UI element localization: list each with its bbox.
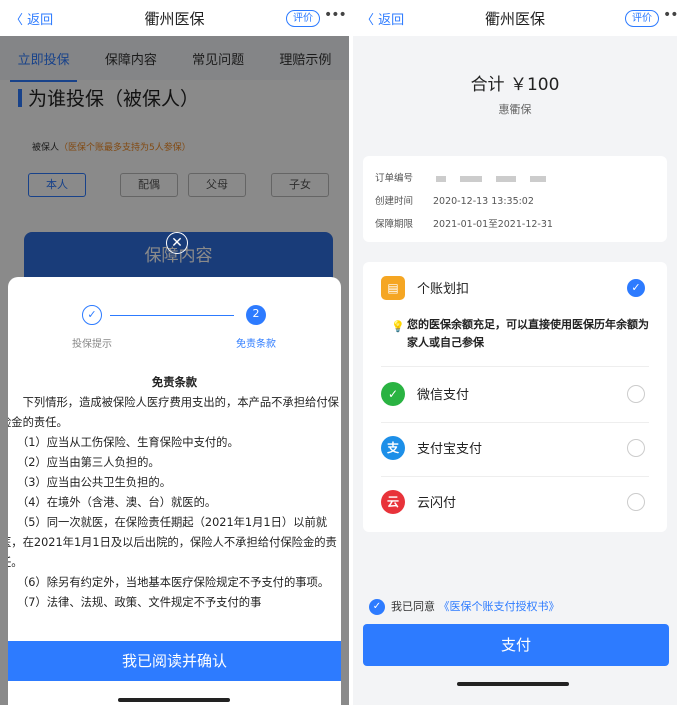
right-screen: 〈 返回 衢州医保 评价 •• 合计 ￥100 惠衢保 订单编号 创建时间 202…: [353, 0, 677, 705]
terms-line: （3）应当由公共卫生负担的。: [8, 476, 171, 489]
more-icon[interactable]: ••: [663, 7, 677, 23]
nav-bar: 〈 返回 衢州医保 评价 •••: [0, 0, 349, 36]
radio-icon[interactable]: [627, 493, 645, 511]
authorization-link[interactable]: 《医保个账支付授权书》: [439, 600, 560, 613]
masked-value: [460, 175, 483, 182]
created-time-label: 创建时间: [375, 196, 414, 207]
terms-title: 免责条款: [151, 376, 198, 389]
coverage-period-value: 2021-01-01至2021-12-31: [433, 219, 553, 230]
total-section: 合计 ￥100 惠衢保: [353, 70, 677, 117]
divider: [381, 422, 649, 423]
agreement-row[interactable]: ✓ 我已同意 《医保个账支付授权书》: [369, 598, 560, 615]
radio-checked-icon[interactable]: ✓: [627, 279, 645, 297]
medical-card-icon: ▤: [381, 276, 405, 300]
total-amount: 合计 ￥100: [470, 75, 560, 95]
check-icon: ✓: [82, 305, 102, 325]
divider: [381, 476, 649, 477]
terms-content: 免责条款 下列情形，造成被保险人医疗费用支出的，本产品不承担给付保险金的责任。 …: [8, 373, 341, 651]
payment-option-wechat[interactable]: ✓ 微信支付: [363, 374, 667, 422]
payment-option-medical-account[interactable]: ▤ 个账划扣 ✓: [363, 262, 667, 310]
masked-value: [530, 175, 547, 182]
terms-line: （1）应当从工伤保险、生育保险中支付的。: [8, 436, 239, 449]
order-info-card: 订单编号 创建时间 2020-12-13 13:35:02 保障期限 2021-01…: [363, 156, 667, 242]
balance-hint: 💡 您的医保余额充足，可以直接使用医保历年余额为家人或自己参保: [391, 316, 653, 352]
close-icon[interactable]: ✕: [166, 232, 188, 254]
agree-text: 我已同意: [391, 600, 435, 613]
terms-line: （5）同一次就医，在保险责任期起（2021年1月1日）以前就医，在2021年1月…: [8, 516, 337, 569]
radio-icon[interactable]: [627, 439, 645, 457]
bulb-icon: 💡: [391, 320, 405, 333]
rate-button[interactable]: 评价: [286, 10, 320, 27]
unionpay-icon: 云: [381, 490, 405, 514]
alipay-icon: 支: [381, 436, 405, 460]
order-number-row: 订单编号: [375, 170, 560, 184]
nav-bar: 〈 返回 衢州医保 评价 ••: [353, 0, 677, 36]
more-icon[interactable]: •••: [324, 7, 347, 23]
confirm-button[interactable]: 我已阅读并确认: [8, 641, 341, 681]
hint-text: 您的医保余额充足，可以直接使用医保历年余额为家人或自己参保: [407, 318, 649, 349]
payment-option-unionpay[interactable]: 云 云闪付: [363, 482, 667, 530]
created-time-value: 2020-12-13 13:35:02: [433, 196, 534, 207]
step-1-label: 投保提示: [72, 339, 112, 350]
home-indicator: [118, 698, 230, 702]
terms-line: （4）在境外（含港、澳、台）就医的。: [8, 496, 217, 509]
created-time-row: 创建时间 2020-12-13 13:35:02: [375, 193, 534, 207]
terms-line: 下列情形，造成被保险人医疗费用支出的，本产品不承担给付保险金的责任。: [8, 396, 339, 429]
step-2-number: 2: [246, 305, 266, 325]
left-screen: 立即投保 保障内容 常见问题 理赔示例 为谁投保（被保人） 被保人（医保个账最多…: [0, 0, 349, 705]
coverage-period-label: 保障期限: [375, 219, 414, 230]
order-number-label: 订单编号: [375, 173, 414, 184]
coverage-period-row: 保障期限 2021-01-01至2021-12-31: [375, 216, 553, 230]
payment-label: 云闪付: [417, 496, 457, 511]
payment-label: 微信支付: [417, 388, 470, 403]
step-connector: [110, 315, 234, 316]
masked-value: [436, 175, 447, 182]
divider: [381, 366, 649, 367]
payment-label: 个账划扣: [417, 282, 470, 297]
radio-icon[interactable]: [627, 385, 645, 403]
step-indicator: ✓ 2 投保提示 免责条款: [8, 305, 341, 365]
terms-line: （6）除另有约定外，当地基本医疗保险规定不予支付的事项。: [8, 576, 330, 589]
home-indicator: [457, 682, 569, 686]
terms-line: （2）应当由第三人负担的。: [8, 456, 160, 469]
product-name: 惠衢保: [498, 103, 532, 116]
step-2-label: 免责条款: [236, 339, 276, 350]
payment-methods: ▤ 个账划扣 ✓ 💡 您的医保余额充足，可以直接使用医保历年余额为家人或自己参保 …: [363, 262, 667, 532]
disclaimer-sheet: ✓ 2 投保提示 免责条款 免责条款 下列情形，造成被保险人医疗费用支出的，本产…: [8, 277, 341, 705]
pay-button[interactable]: 支付: [363, 624, 669, 666]
payment-label: 支付宝支付: [417, 442, 483, 457]
masked-value: [496, 175, 517, 182]
rate-button[interactable]: 评价: [625, 10, 659, 27]
payment-option-alipay[interactable]: 支 支付宝支付: [363, 428, 667, 476]
terms-line: （7）法律、法规、政策、文件规定不予支付的事: [8, 596, 262, 609]
wechat-icon: ✓: [381, 382, 405, 406]
checkbox-checked-icon[interactable]: ✓: [369, 599, 385, 615]
